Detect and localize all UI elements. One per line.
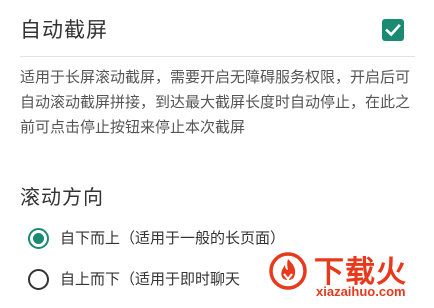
- auto-screenshot-checkbox[interactable]: [382, 19, 404, 41]
- flame-logo-icon: [269, 252, 307, 290]
- radio-unselected-icon[interactable]: [28, 269, 49, 290]
- watermark-site: xiazaihuo.com: [316, 284, 406, 299]
- direction-section-title: 滚动方向: [20, 185, 104, 209]
- radio-label: 自上而下（适用于即时聊天: [60, 270, 241, 288]
- checkmark-icon: [385, 23, 401, 37]
- radio-selected-icon[interactable]: [28, 228, 49, 249]
- radio-label: 自下而上（适用于一般的长页面）: [60, 229, 286, 247]
- watermark: 下载火 xiazaihuo.com: [262, 244, 434, 308]
- setting-description: 适用于长屏滚动截屏，需要开启无障碍服务权限，开启后可自动滚动截屏拼接，到达最大截…: [20, 68, 411, 136]
- auto-screenshot-setting[interactable]: 自动截屏: [0, 0, 434, 60]
- setting-title: 自动截屏: [20, 18, 108, 42]
- divider: [20, 56, 415, 57]
- settings-screen: 自动截屏 适用于长屏滚动截屏，需要开启无障碍服务权限，开启后可自动滚动截屏拼接，…: [0, 0, 434, 308]
